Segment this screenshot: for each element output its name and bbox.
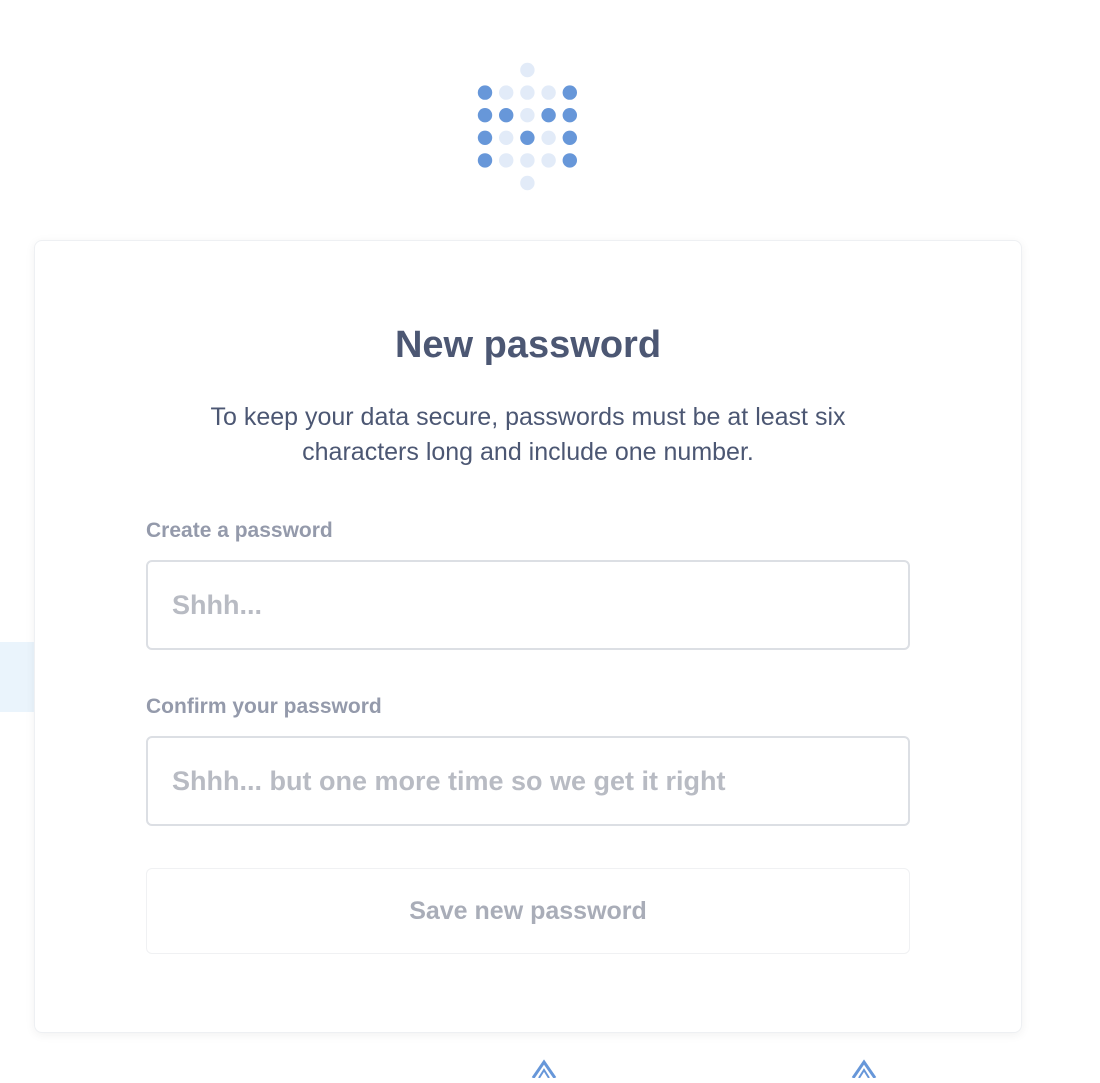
metabase-logo-icon bbox=[474, 60, 582, 194]
create-password-input[interactable] bbox=[146, 560, 910, 650]
save-new-password-button[interactable]: Save new password bbox=[146, 868, 910, 954]
create-password-label: Create a password bbox=[146, 519, 333, 542]
password-requirements-text: To keep your data secure, passwords must… bbox=[210, 403, 846, 466]
caret-up-icon bbox=[530, 1058, 558, 1079]
confirm-password-input[interactable] bbox=[146, 736, 910, 826]
caret-up-icon bbox=[850, 1058, 878, 1079]
page-title: New password bbox=[394, 324, 662, 366]
confirm-password-label: Confirm your password bbox=[146, 695, 382, 718]
